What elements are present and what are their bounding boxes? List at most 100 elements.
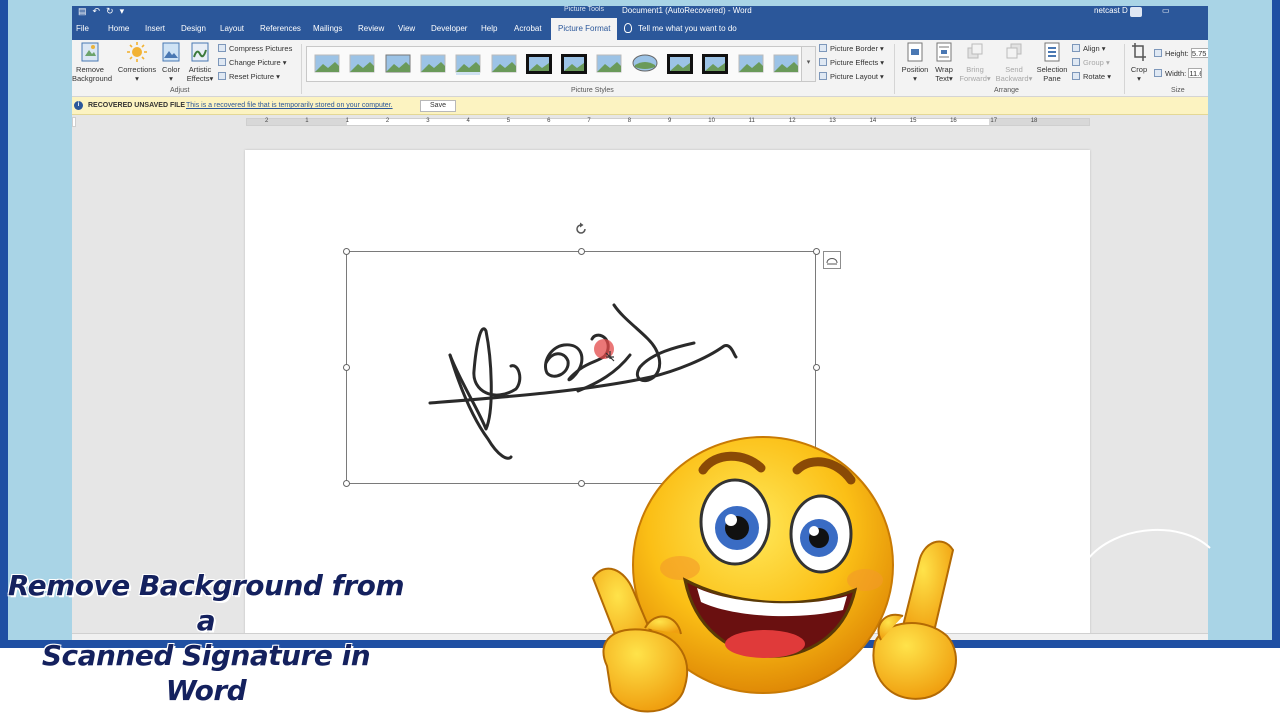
- corrections-button[interactable]: Corrections ▾: [116, 42, 158, 83]
- height-label: Height:: [1165, 49, 1189, 58]
- ribbon-display-options-icon[interactable]: ▭: [1162, 6, 1170, 15]
- picture-style-thumbnail[interactable]: [595, 53, 623, 75]
- crop-label: Crop: [1130, 65, 1148, 74]
- tab-insert[interactable]: Insert: [145, 24, 165, 33]
- picture-style-thumbnail[interactable]: [313, 53, 341, 75]
- picture-style-thumbnail[interactable]: [737, 53, 765, 75]
- resize-handle-top[interactable]: [578, 248, 585, 255]
- tab-picture-format[interactable]: Picture Format: [551, 18, 618, 40]
- separator: [1124, 44, 1125, 94]
- position-button[interactable]: Position ▾: [898, 42, 932, 83]
- compress-pictures-button[interactable]: Compress Pictures: [218, 44, 292, 54]
- picture-style-thumbnail[interactable]: [454, 53, 482, 75]
- selection-label-1: Selection: [1036, 65, 1068, 74]
- tab-help[interactable]: Help: [481, 24, 497, 33]
- picture-style-thumbnail[interactable]: [701, 53, 729, 75]
- picture-style-thumbnail[interactable]: [419, 53, 447, 75]
- ruler-number: 3: [426, 118, 430, 124]
- layout-options-button[interactable]: [823, 251, 841, 269]
- bring-forward-icon: [967, 43, 983, 59]
- compress-label: Compress Pictures: [229, 44, 293, 53]
- picture-effects-icon: [819, 58, 827, 66]
- remove-background-label-2: Background: [72, 74, 113, 83]
- tab-developer[interactable]: Developer: [431, 24, 467, 33]
- frame-left: [0, 0, 72, 640]
- compress-icon: [218, 44, 226, 52]
- selection-pane-button[interactable]: Selection Pane: [1034, 42, 1070, 83]
- rotate-handle-icon[interactable]: [574, 222, 588, 236]
- picture-style-thumbnail[interactable]: [666, 53, 694, 75]
- artistic-effects-button[interactable]: Artistic Effects▾: [184, 42, 216, 83]
- send-backward-button[interactable]: Send Backward▾: [994, 42, 1034, 83]
- avatar[interactable]: [1130, 7, 1142, 17]
- tab-layout[interactable]: Layout: [220, 24, 244, 33]
- quick-access-toolbar[interactable]: ▤↶↻▾: [78, 6, 130, 17]
- gallery-more-button[interactable]: ▾: [801, 46, 816, 82]
- change-picture-button[interactable]: Change Picture ▾: [218, 58, 287, 68]
- decorative-arc: [1086, 529, 1211, 561]
- sun-icon: [127, 42, 147, 62]
- resize-handle-top-left[interactable]: [343, 248, 350, 255]
- tab-review[interactable]: Review: [358, 24, 384, 33]
- tab-references[interactable]: References: [260, 24, 301, 33]
- tab-home[interactable]: Home: [108, 24, 129, 33]
- picture-style-thumbnail[interactable]: [384, 53, 412, 75]
- change-picture-label: Change Picture: [229, 58, 281, 67]
- picture-style-thumbnail[interactable]: [772, 53, 800, 75]
- picture-style-thumbnail[interactable]: [631, 53, 659, 75]
- document-title: Document1 (AutoRecovered) - Word: [622, 6, 752, 15]
- height-input[interactable]: 5.75: [1190, 48, 1208, 58]
- crop-button[interactable]: Crop ▾: [1128, 42, 1150, 83]
- picture-border-label: Picture Border: [830, 44, 878, 53]
- picture-style-thumbnail[interactable]: [560, 53, 588, 75]
- user-name[interactable]: netcast D: [1094, 6, 1128, 15]
- context-tools-label: Picture Tools: [564, 6, 604, 13]
- tab-acrobat[interactable]: Acrobat: [514, 24, 542, 33]
- tab-mailings[interactable]: Mailings: [313, 24, 342, 33]
- send-label-1: Send: [1005, 65, 1023, 74]
- separator: [894, 44, 895, 94]
- height-field: Height: 5.75: [1154, 48, 1208, 59]
- resize-handle-right[interactable]: [813, 364, 820, 371]
- ruler-number: 7: [587, 118, 591, 124]
- video-thumbnail: ▤↶↻▾ Picture Tools Document1 (AutoRecove…: [0, 0, 1280, 720]
- ruler-left-margin: [247, 119, 347, 125]
- wrap-text-button[interactable]: Wrap Text▾: [932, 42, 956, 83]
- tell-me-search[interactable]: Tell me what you want to do: [624, 23, 737, 33]
- group-button[interactable]: Group ▾: [1072, 58, 1110, 68]
- picture-effects-button[interactable]: Picture Effects ▾: [819, 58, 884, 68]
- remove-background-button[interactable]: Remove Background: [72, 42, 112, 83]
- color-button[interactable]: Color ▾: [158, 42, 184, 83]
- message-bar-link[interactable]: This is a recovered file that is tempora…: [186, 102, 393, 109]
- wrap-label-2: Text: [935, 74, 949, 83]
- position-icon: [907, 42, 923, 62]
- resize-handle-bottom[interactable]: [578, 480, 585, 487]
- resize-handle-bottom-left[interactable]: [343, 480, 350, 487]
- rotate-icon: [1072, 72, 1080, 80]
- tab-file[interactable]: File: [76, 24, 89, 33]
- picture-border-button[interactable]: Picture Border ▾: [819, 44, 884, 54]
- horizontal-ruler[interactable]: 2 1 1 2 3 4 5 6 7 8 9 10 11 12 13 14 15 16 17 18: [246, 118, 1090, 126]
- tab-design[interactable]: Design: [181, 24, 206, 33]
- tab-view[interactable]: View: [398, 24, 415, 33]
- picture-style-thumbnail[interactable]: [525, 53, 553, 75]
- width-input[interactable]: 11.6: [1188, 68, 1203, 78]
- picture-layout-button[interactable]: Picture Layout ▾: [819, 72, 884, 82]
- resize-handle-top-right[interactable]: [813, 248, 820, 255]
- reset-picture-button[interactable]: Reset Picture ▾: [218, 72, 280, 82]
- rotate-button[interactable]: Rotate ▾: [1072, 72, 1111, 82]
- separator: [301, 44, 302, 94]
- bring-forward-button[interactable]: Bring Forward▾: [958, 42, 992, 83]
- picture-style-thumbnail[interactable]: [348, 53, 376, 75]
- group-label: Group: [1083, 58, 1104, 67]
- ruler-number: 16: [950, 118, 957, 124]
- picture-style-thumbnail[interactable]: [490, 53, 518, 75]
- resize-handle-left[interactable]: [343, 364, 350, 371]
- save-button[interactable]: Save: [420, 100, 456, 112]
- send-label-2: Backward: [995, 74, 1029, 83]
- tell-me-text: Tell me what you want to do: [638, 24, 737, 33]
- ruler-number: 9: [668, 118, 672, 124]
- align-button[interactable]: Align ▾: [1072, 44, 1106, 54]
- reset-picture-label: Reset Picture: [229, 72, 275, 81]
- wrap-label-1: Wrap: [935, 65, 953, 74]
